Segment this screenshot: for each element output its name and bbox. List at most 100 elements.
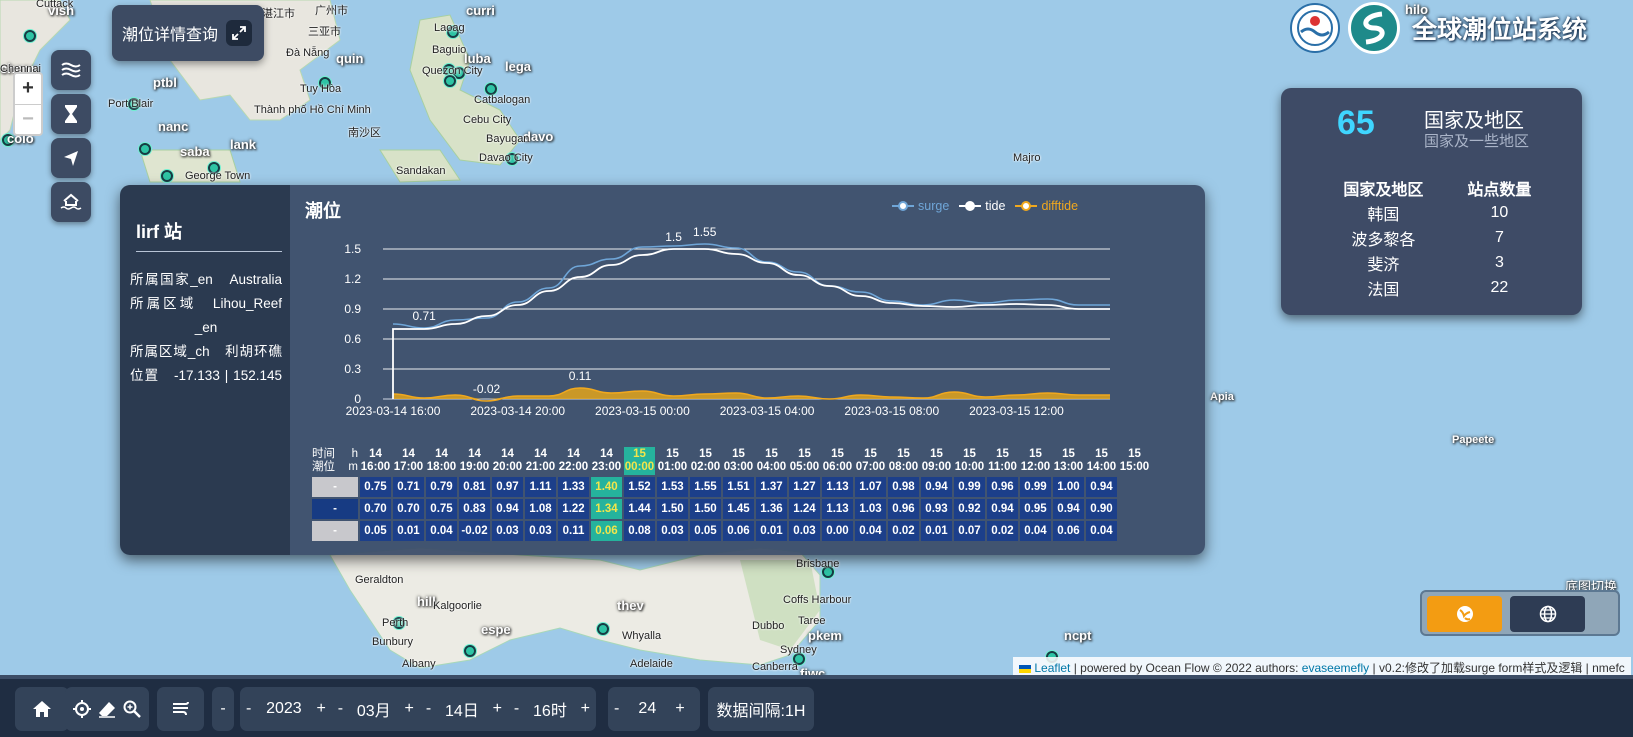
month-decrement[interactable]: - <box>332 700 349 718</box>
table-cell[interactable]: 0.90 <box>1086 499 1117 519</box>
row-marker[interactable]: - <box>312 521 358 541</box>
table-cell[interactable]: 0.94 <box>1086 477 1117 497</box>
table-row[interactable]: 法国 22 <box>1319 275 1551 300</box>
table-row[interactable]: 波多黎各 7 <box>1319 225 1551 250</box>
table-cell[interactable]: 1.33 <box>558 477 589 497</box>
table-cell[interactable]: 0.79 <box>426 477 457 497</box>
waves-layer-button[interactable] <box>51 50 91 90</box>
table-cell[interactable]: 0.06 <box>591 521 622 541</box>
table-cell[interactable]: 1.40 <box>591 477 622 497</box>
table-cell[interactable]: 0.94 <box>492 499 523 519</box>
table-cell[interactable]: 1.22 <box>558 499 589 519</box>
table-cell[interactable]: 1.50 <box>690 499 721 519</box>
table-cell[interactable]: 1.50 <box>657 499 688 519</box>
table-cell[interactable]: 0.81 <box>459 477 490 497</box>
table-cell[interactable]: 0.96 <box>888 499 919 519</box>
zoom-in-button[interactable]: + <box>15 74 41 104</box>
table-cell[interactable]: 1.07 <box>855 477 886 497</box>
station-marker[interactable] <box>464 645 476 657</box>
table-cell[interactable]: 1.13 <box>822 477 853 497</box>
table-cell[interactable]: 0.07 <box>954 521 985 541</box>
table-cell[interactable]: 0.92 <box>954 499 985 519</box>
table-cell[interactable]: 0.99 <box>1020 477 1051 497</box>
station-marker[interactable] <box>161 170 173 182</box>
table-cell[interactable]: 1.45 <box>723 499 754 519</box>
table-cell[interactable]: 0.05 <box>360 521 391 541</box>
table-cell[interactable]: 0.03 <box>492 521 523 541</box>
table-cell[interactable]: 1.44 <box>624 499 655 519</box>
basemap-globe-button[interactable] <box>1510 596 1585 632</box>
table-cell[interactable]: 0.06 <box>1053 521 1084 541</box>
day-value[interactable]: 14日 <box>437 697 486 721</box>
table-cell[interactable]: 0.70 <box>360 499 391 519</box>
data-interval-button[interactable]: 数据间隔:1H <box>708 687 814 731</box>
layers-button[interactable] <box>157 687 204 731</box>
timeline-button[interactable] <box>51 94 91 134</box>
author-link[interactable]: evaseemefly <box>1302 661 1369 675</box>
table-cell[interactable]: 1.52 <box>624 477 655 497</box>
table-cell[interactable]: 0.03 <box>525 521 556 541</box>
table-cell[interactable]: 0.01 <box>393 521 424 541</box>
legend-item-surge[interactable]: surge <box>892 199 949 213</box>
table-cell[interactable]: 1.00 <box>1053 477 1084 497</box>
table-cell[interactable]: 1.08 <box>525 499 556 519</box>
table-cell[interactable]: 0.01 <box>756 521 787 541</box>
table-cell[interactable]: 0.99 <box>954 477 985 497</box>
zoom-search-icon[interactable] <box>120 697 144 721</box>
tide-detail-query-button[interactable]: 潮位详情查询 <box>112 5 264 61</box>
table-cell[interactable]: 0.04 <box>1086 521 1117 541</box>
hour-value[interactable]: 16时 <box>525 697 574 721</box>
table-cell[interactable]: 0.05 <box>690 521 721 541</box>
table-cell[interactable]: 0.00 <box>822 521 853 541</box>
table-cell[interactable]: 1.36 <box>756 499 787 519</box>
row-marker[interactable]: - <box>312 499 358 519</box>
leaflet-link[interactable]: Leaflet <box>1034 661 1070 675</box>
table-cell[interactable]: 0.98 <box>888 477 919 497</box>
table-cell[interactable]: 0.71 <box>393 477 424 497</box>
table-cell[interactable]: 0.95 <box>1020 499 1051 519</box>
table-cell[interactable]: 0.03 <box>789 521 820 541</box>
table-cell[interactable]: 1.27 <box>789 477 820 497</box>
locate-button[interactable] <box>51 138 91 178</box>
day-decrement[interactable]: - <box>420 700 437 718</box>
table-cell[interactable]: 1.37 <box>756 477 787 497</box>
year-increment[interactable]: + <box>310 700 331 718</box>
prev-step-button[interactable]: - <box>212 687 234 731</box>
table-cell[interactable]: 1.55 <box>690 477 721 497</box>
table-cell[interactable]: 0.75 <box>426 499 457 519</box>
table-cell[interactable]: 0.70 <box>393 499 424 519</box>
month-increment[interactable]: + <box>399 700 420 718</box>
table-row[interactable]: 斐济 3 <box>1319 250 1551 275</box>
span-decrement[interactable]: - <box>608 700 625 718</box>
table-cell[interactable]: 0.04 <box>855 521 886 541</box>
span-value[interactable]: 24 <box>625 700 669 718</box>
table-cell[interactable]: 1.11 <box>525 477 556 497</box>
table-cell[interactable]: 0.02 <box>888 521 919 541</box>
table-cell[interactable]: 0.94 <box>1053 499 1084 519</box>
legend-item-tide[interactable]: tide <box>959 199 1005 213</box>
table-cell[interactable]: 0.83 <box>459 499 490 519</box>
table-cell[interactable]: 1.53 <box>657 477 688 497</box>
hour-increment[interactable]: + <box>575 700 596 718</box>
table-cell[interactable]: 1.13 <box>822 499 853 519</box>
table-cell[interactable]: 1.24 <box>789 499 820 519</box>
row-marker[interactable]: - <box>312 477 358 497</box>
table-cell[interactable]: 0.94 <box>987 499 1018 519</box>
table-cell[interactable]: 0.06 <box>723 521 754 541</box>
hour-decrement[interactable]: - <box>508 700 525 718</box>
table-cell[interactable]: -0.02 <box>459 521 490 541</box>
table-cell[interactable]: 0.75 <box>360 477 391 497</box>
table-cell[interactable]: 0.03 <box>657 521 688 541</box>
station-marker[interactable] <box>597 623 609 635</box>
table-cell[interactable]: 0.08 <box>624 521 655 541</box>
table-cell[interactable]: 1.34 <box>591 499 622 519</box>
table-cell[interactable]: 0.02 <box>987 521 1018 541</box>
year-decrement[interactable]: - <box>240 700 257 718</box>
eraser-icon[interactable] <box>95 697 119 721</box>
station-marker[interactable] <box>24 30 36 42</box>
table-cell[interactable]: 0.11 <box>558 521 589 541</box>
legend-item-difftide[interactable]: difftide <box>1015 199 1078 213</box>
table-cell[interactable]: 0.96 <box>987 477 1018 497</box>
table-cell[interactable]: 1.51 <box>723 477 754 497</box>
month-value[interactable]: 03月 <box>349 697 398 721</box>
